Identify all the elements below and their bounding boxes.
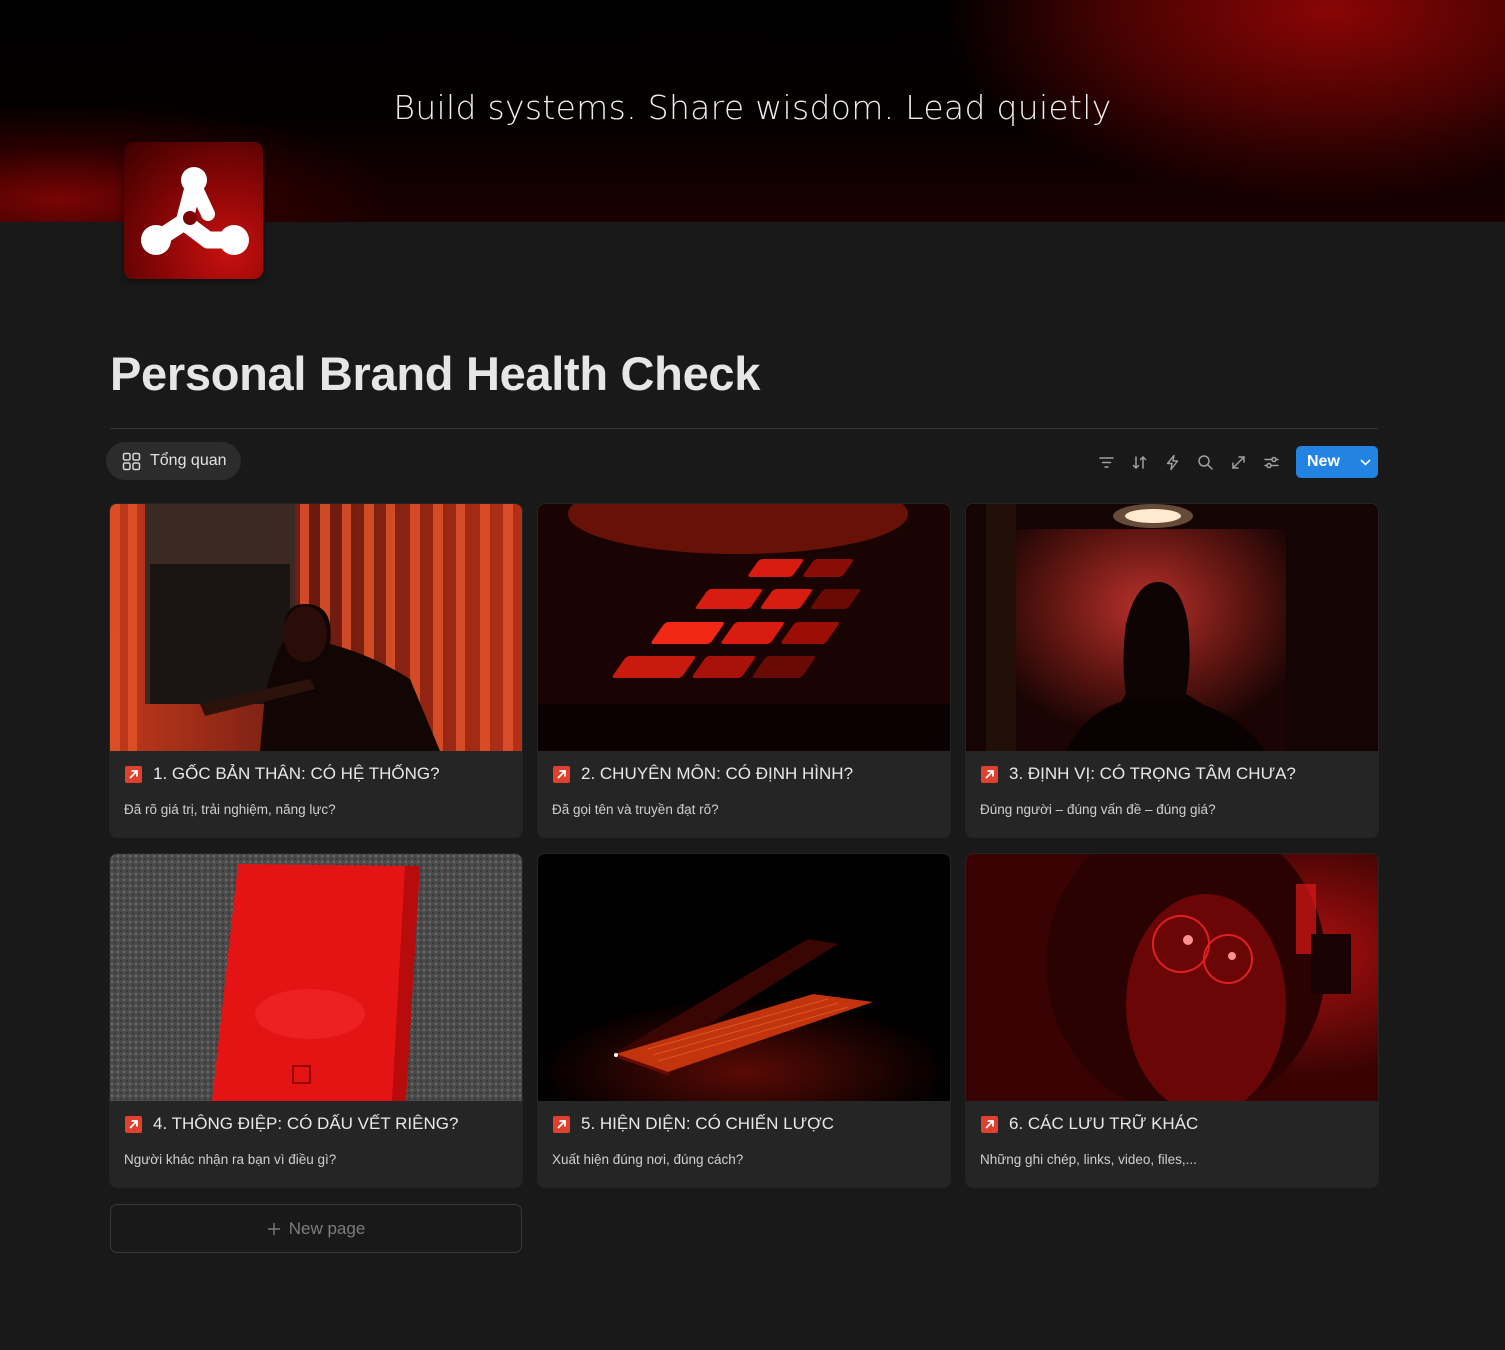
card-description: Xuất hiện đúng nơi, đúng cách?	[552, 1152, 744, 1167]
gallery-card[interactable]: 5. HIỆN DIỆN: CÓ CHIẾN LƯỢC Xuất hiện đú…	[538, 854, 950, 1187]
sort-icon	[1132, 455, 1147, 469]
card-title-row: 2. CHUYÊN MÔN: CÓ ĐỊNH HÌNH?	[553, 764, 853, 784]
card-title: 1. GỐC BẢN THÂN: CÓ HỆ THỐNG?	[153, 764, 440, 783]
gallery-card[interactable]: 1. GỐC BẢN THÂN: CÓ HỆ THỐNG? Đã rõ giá …	[110, 504, 522, 837]
card-title-row: 5. HIỆN DIỆN: CÓ CHIẾN LƯỢC	[553, 1114, 834, 1134]
search-icon	[1198, 454, 1213, 470]
new-dropdown-toggle[interactable]	[1352, 456, 1378, 469]
card-cover-image	[538, 504, 950, 751]
card-title-row: 3. ĐỊNH VỊ: CÓ TRỌNG TÂM CHƯA?	[981, 764, 1296, 784]
view-settings-button[interactable]	[1255, 446, 1288, 478]
card-cover-image	[966, 504, 1378, 751]
automation-button[interactable]	[1156, 446, 1189, 478]
card-title: 4. THÔNG ĐIỆP: CÓ DẤU VẾT RIÊNG?	[153, 1114, 459, 1133]
card-title: 6. CÁC LƯU TRỮ KHÁC	[1009, 1114, 1199, 1133]
card-description: Những ghi chép, links, video, files,...	[980, 1152, 1197, 1167]
card-cover-image	[538, 854, 950, 1101]
plus-icon	[267, 1222, 280, 1235]
expand-icon	[1232, 455, 1245, 469]
new-button-label: New	[1307, 453, 1340, 470]
link-arrow-icon	[125, 765, 142, 783]
gallery-card[interactable]: 2. CHUYÊN MÔN: CÓ ĐỊNH HÌNH? Đã gọi tên …	[538, 504, 950, 837]
card-description: Đã rõ giá trị, trải nghiệm, năng lực?	[124, 802, 336, 817]
tab-overview-view[interactable]: Tổng quan	[106, 442, 241, 480]
card-cover-image	[110, 504, 522, 751]
chevron-down-icon	[1360, 459, 1370, 466]
settings-sliders-icon	[1264, 456, 1279, 468]
network-nodes-icon	[141, 167, 249, 255]
card-title-row: 1. GỐC BẢN THÂN: CÓ HỆ THỐNG?	[125, 764, 440, 784]
tab-label: Tổng quan	[150, 452, 227, 469]
search-button[interactable]	[1189, 446, 1222, 478]
automation-bolt-icon	[1166, 454, 1179, 470]
title-divider	[110, 428, 1378, 429]
card-cover-image	[110, 854, 522, 1101]
card-title: 3. ĐỊNH VỊ: CÓ TRỌNG TÂM CHƯA?	[1009, 764, 1296, 783]
new-page-button[interactable]: New page	[110, 1204, 522, 1253]
card-cover-image	[966, 854, 1378, 1101]
card-description: Đúng người – đúng vấn đề – đúng giá?	[980, 802, 1216, 817]
link-arrow-icon	[553, 765, 570, 783]
link-arrow-icon	[981, 765, 998, 783]
page-icon-logo[interactable]	[124, 142, 263, 279]
link-arrow-icon	[553, 1115, 570, 1133]
card-title: 5. HIỆN DIỆN: CÓ CHIẾN LƯỢC	[581, 1114, 834, 1133]
card-description: Người khác nhận ra bạn vì điều gì?	[124, 1152, 337, 1167]
cover-tagline: Build systems. Share wisdom. Lead quietl…	[393, 88, 1112, 127]
gallery-card[interactable]: 4. THÔNG ĐIỆP: CÓ DẤU VẾT RIÊNG? Người k…	[110, 854, 522, 1187]
page-title[interactable]: Personal Brand Health Check	[110, 346, 760, 401]
link-arrow-icon	[125, 1115, 142, 1133]
filter-icon	[1099, 456, 1114, 468]
sort-button[interactable]	[1123, 446, 1156, 478]
gallery-card[interactable]: 3. ĐỊNH VỊ: CÓ TRỌNG TÂM CHƯA? Đúng ngườ…	[966, 504, 1378, 837]
card-title: 2. CHUYÊN MÔN: CÓ ĐỊNH HÌNH?	[581, 764, 854, 783]
gallery-card[interactable]: 6. CÁC LƯU TRỮ KHÁC Những ghi chép, link…	[966, 854, 1378, 1187]
database-toolbar: New	[1090, 446, 1378, 478]
link-arrow-icon	[981, 1115, 998, 1133]
expand-button[interactable]	[1222, 446, 1255, 478]
card-title-row: 6. CÁC LƯU TRỮ KHÁC	[981, 1114, 1198, 1134]
new-button[interactable]: New	[1296, 446, 1378, 478]
card-title-row: 4. THÔNG ĐIỆP: CÓ DẤU VẾT RIÊNG?	[125, 1114, 458, 1134]
card-description: Đã gọi tên và truyền đạt rõ?	[552, 802, 719, 817]
new-page-label: New page	[288, 1218, 366, 1238]
filter-button[interactable]	[1090, 446, 1123, 478]
gallery-grid-icon	[122, 452, 141, 470]
